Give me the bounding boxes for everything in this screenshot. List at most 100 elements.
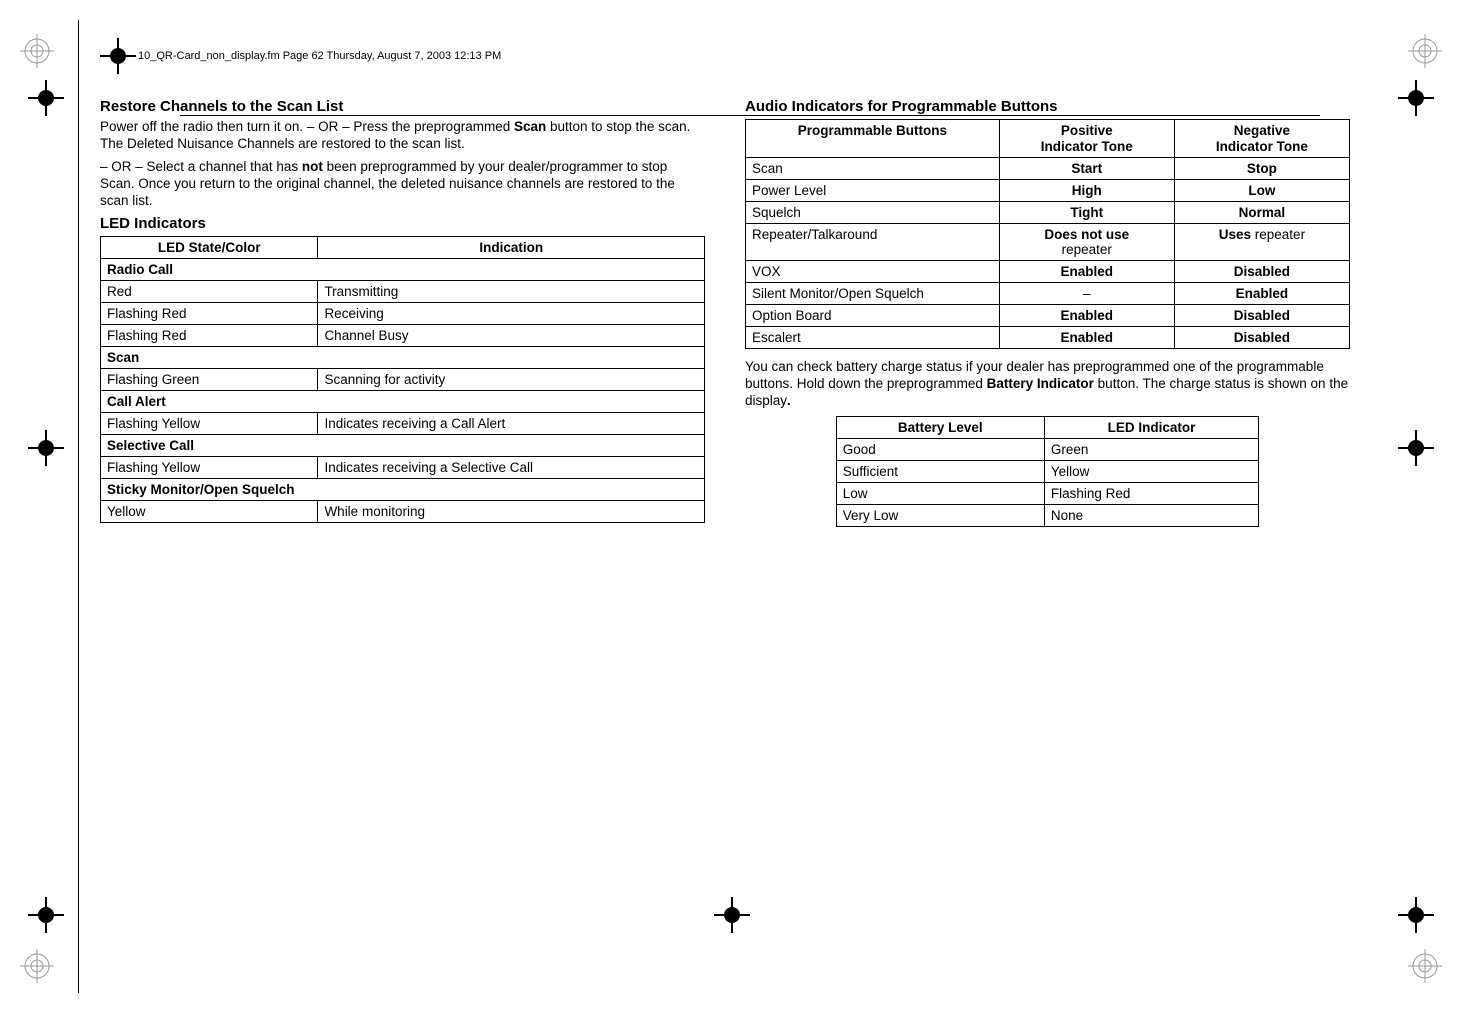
table-row: RedTransmitting (101, 281, 705, 303)
cell-indication: Channel Busy (318, 325, 705, 347)
cell-positive: Does not userepeater (999, 224, 1174, 261)
table-row: Option BoardEnabledDisabled (746, 305, 1350, 327)
cell-state: Flashing Yellow (101, 413, 318, 435)
cell-negative: Uses repeater (1174, 224, 1349, 261)
crop-mark-icon (28, 897, 64, 933)
cell-positive: Enabled (999, 327, 1174, 349)
heading-restore-channels: Restore Channels to the Scan List (100, 98, 705, 115)
table-row: SquelchTightNormal (746, 202, 1350, 224)
text-bold: not (302, 159, 323, 174)
cell-button: Escalert (746, 327, 1000, 349)
page-header-meta: 10_QR-Card_non_display.fm Page 62 Thursd… (138, 50, 1380, 62)
text: Negative (1234, 123, 1290, 138)
cell-negative: Stop (1174, 158, 1349, 180)
paragraph-battery: You can check battery charge status if y… (745, 359, 1350, 410)
registration-mark-icon (1408, 34, 1442, 68)
text: – OR – Select a channel that has (100, 159, 302, 174)
paragraph-restore-2: – OR – Select a channel that has not bee… (100, 159, 705, 210)
table-row: LowFlashing Red (836, 482, 1259, 504)
table-row: YellowWhile monitoring (101, 501, 705, 523)
th-indication: Indication (318, 237, 705, 259)
text-bold: . (787, 393, 791, 408)
crop-mark-icon (1398, 897, 1434, 933)
cell-negative: Low (1174, 180, 1349, 202)
table-row: ScanStartStop (746, 158, 1350, 180)
crop-mark-icon (714, 897, 750, 933)
heading-led-indicators: LED Indicators (100, 215, 705, 232)
table-row: EscalertEnabledDisabled (746, 327, 1350, 349)
th-prog-buttons: Programmable Buttons (746, 120, 1000, 158)
heading-audio-indicators: Audio Indicators for Programmable Button… (745, 98, 1350, 115)
cell-level: Good (836, 438, 1044, 460)
cell-negative: Disabled (1174, 261, 1349, 283)
cell-positive: Start (999, 158, 1174, 180)
cell-positive: Tight (999, 202, 1174, 224)
th-led-indicator: LED Indicator (1044, 416, 1258, 438)
cell-indication: Indicates receiving a Call Alert (318, 413, 705, 435)
th-positive-tone: PositiveIndicator Tone (999, 120, 1174, 158)
cell-button: Option Board (746, 305, 1000, 327)
right-column: Audio Indicators for Programmable Button… (745, 92, 1380, 537)
text: Indicator Tone (1216, 139, 1308, 154)
crop-mark-icon (1398, 430, 1434, 466)
table-row: Flashing YellowIndicates receiving a Cal… (101, 413, 705, 435)
table-row: Flashing GreenScanning for activity (101, 369, 705, 391)
cell-positive: High (999, 180, 1174, 202)
cell-button: Scan (746, 158, 1000, 180)
cell-button: Power Level (746, 180, 1000, 202)
cell-state: Flashing Red (101, 325, 318, 347)
table-row: Selective Call (101, 435, 705, 457)
cell-level: Sufficient (836, 460, 1044, 482)
cell-state: Flashing Green (101, 369, 318, 391)
cell-indication: While monitoring (318, 501, 705, 523)
text: Programmable Buttons (798, 123, 947, 138)
table-row: Power LevelHighLow (746, 180, 1350, 202)
cell-level: Very Low (836, 504, 1044, 526)
table-row: Very LowNone (836, 504, 1259, 526)
table-row: Silent Monitor/Open Squelch–Enabled (746, 283, 1350, 305)
cell-level: Low (836, 482, 1044, 504)
cell-button: Repeater/Talkaround (746, 224, 1000, 261)
battery-level-table: Battery Level LED Indicator GoodGreenSuf… (836, 416, 1260, 527)
table-row: Scan (101, 347, 705, 369)
crop-mark-icon (1398, 80, 1434, 116)
cell-led: Yellow (1044, 460, 1258, 482)
cell-state: Yellow (101, 501, 318, 523)
crop-mark-icon (28, 80, 64, 116)
cell-negative: Disabled (1174, 305, 1349, 327)
header-rule (180, 115, 1320, 116)
table-row: Flashing RedChannel Busy (101, 325, 705, 347)
section-cell: Selective Call (101, 435, 705, 457)
crop-mark-icon (28, 430, 64, 466)
cell-led: Flashing Red (1044, 482, 1258, 504)
cell-button: VOX (746, 261, 1000, 283)
audio-indicators-table: Programmable Buttons PositiveIndicator T… (745, 119, 1350, 349)
th-battery-level: Battery Level (836, 416, 1044, 438)
registration-mark-icon (1408, 949, 1442, 983)
cell-button: Silent Monitor/Open Squelch (746, 283, 1000, 305)
paragraph-restore-1: Power off the radio then turn it on. – O… (100, 119, 705, 153)
cell-indication: Indicates receiving a Selective Call (318, 457, 705, 479)
section-cell: Radio Call (101, 259, 705, 281)
cell-positive: – (999, 283, 1174, 305)
cell-state: Flashing Red (101, 303, 318, 325)
section-cell: Sticky Monitor/Open Squelch (101, 479, 705, 501)
cell-positive: Enabled (999, 305, 1174, 327)
table-row: GoodGreen (836, 438, 1259, 460)
cell-indication: Scanning for activity (318, 369, 705, 391)
table-row: VOXEnabledDisabled (746, 261, 1350, 283)
table-row: Call Alert (101, 391, 705, 413)
text-bold: Battery Indicator (987, 376, 1094, 391)
cell-indication: Receiving (318, 303, 705, 325)
cell-button: Squelch (746, 202, 1000, 224)
table-row: Flashing RedReceiving (101, 303, 705, 325)
text: Power off the radio then turn it on. – O… (100, 119, 514, 134)
section-cell: Scan (101, 347, 705, 369)
text: Indicator Tone (1041, 139, 1133, 154)
led-indicators-table: LED State/Color Indication Radio CallRed… (100, 236, 705, 523)
table-row: Flashing YellowIndicates receiving a Sel… (101, 457, 705, 479)
table-row: Sticky Monitor/Open Squelch (101, 479, 705, 501)
cell-negative: Normal (1174, 202, 1349, 224)
th-led-state: LED State/Color (101, 237, 318, 259)
registration-mark-icon (20, 34, 54, 68)
